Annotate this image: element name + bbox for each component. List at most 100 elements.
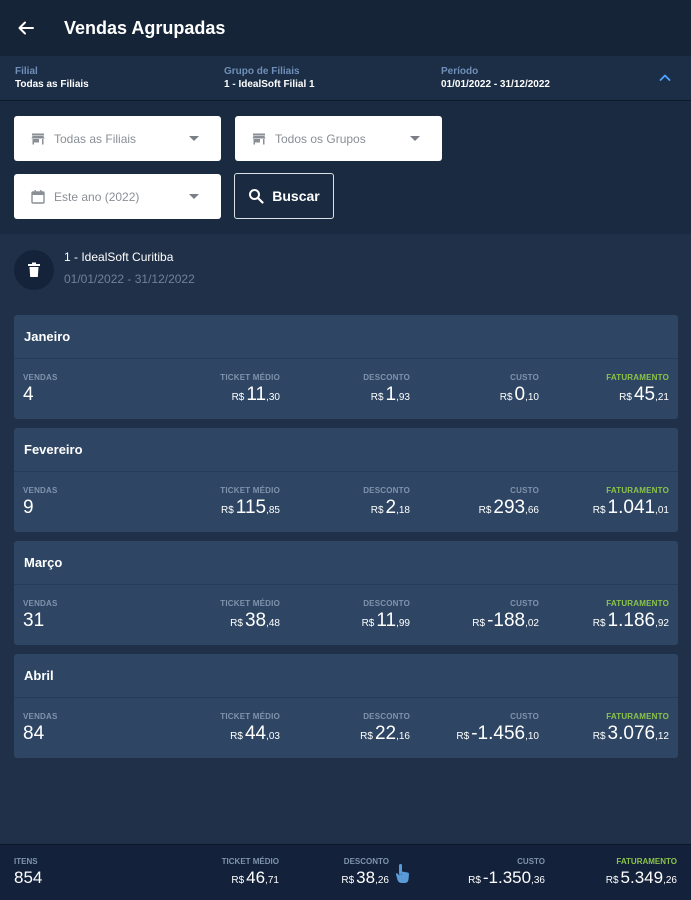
- summary-grupo: Grupo de Filiais 1 - IdealSoft Filial 1: [224, 66, 315, 90]
- metric-label: FATURAMENTO: [606, 599, 669, 608]
- ticket-int: 38: [244, 610, 267, 631]
- metric-faturamento: FATURAMENTO R$ 3.076,12: [593, 712, 669, 745]
- ticket-cents: ,03: [266, 731, 280, 742]
- month-title: Fevereiro: [14, 428, 678, 472]
- caret-down-icon: [189, 194, 199, 199]
- custo-int: 0: [514, 384, 526, 405]
- currency: R$: [592, 618, 606, 629]
- desconto-cents: ,18: [396, 505, 410, 516]
- filter-summary[interactable]: Filial Todas as Filiais Grupo de Filiais…: [0, 56, 691, 101]
- chevron-up-icon[interactable]: [657, 70, 673, 86]
- metric-vendas: VENDAS 9: [23, 486, 58, 519]
- vendas-value: 31: [23, 610, 45, 631]
- metric-label: CUSTO: [510, 486, 539, 495]
- custo-int: -188: [487, 610, 526, 631]
- month-title: Janeiro: [14, 315, 678, 359]
- arrow-left-icon: [18, 21, 34, 35]
- faturamento-cents: ,12: [655, 731, 669, 742]
- total-ticket-cents: ,71: [265, 875, 279, 886]
- total-label: TICKET MÉDIO: [221, 857, 279, 866]
- filters-panel: Todas as Filiais Todos os Grupos Este an…: [0, 101, 691, 234]
- total-ticket-int: 46: [246, 868, 266, 887]
- currency: R$: [221, 505, 234, 516]
- total-desconto: DESCONTO R$ 38,26: [341, 857, 389, 888]
- desconto-int: 2: [385, 497, 397, 518]
- currency: R$: [592, 505, 606, 516]
- desconto-int: 22: [374, 723, 397, 744]
- total-desconto-cents: ,26: [375, 875, 389, 886]
- metric-custo: CUSTO R$ 293,66: [479, 486, 539, 519]
- total-faturamento: FATURAMENTO R$ 5.349,26: [606, 857, 677, 888]
- vendas-value: 4: [23, 384, 34, 405]
- currency: R$: [341, 875, 355, 886]
- ticket-cents: ,48: [266, 618, 280, 629]
- metric-label: TICKET MÉDIO: [220, 712, 280, 721]
- custo-cents: ,66: [525, 505, 539, 516]
- total-custo-int: -1.350: [482, 868, 532, 887]
- faturamento-cents: ,01: [655, 505, 669, 516]
- desconto-int: 1: [385, 384, 397, 405]
- vendas-value: 9: [23, 497, 34, 518]
- metric-label: VENDAS: [23, 373, 58, 382]
- metric-label: TICKET MÉDIO: [220, 373, 280, 382]
- month-card[interactable]: Março VENDAS 31 TICKET MÉDIO R$ 38,48 DES…: [14, 541, 678, 645]
- month-card[interactable]: Fevereiro VENDAS 9 TICKET MÉDIO R$ 115,85…: [14, 428, 678, 532]
- back-button[interactable]: [0, 0, 52, 56]
- metric-custo: CUSTO R$ -1.456,10: [456, 712, 539, 745]
- faturamento-cents: ,92: [655, 618, 669, 629]
- metric-label: FATURAMENTO: [606, 373, 669, 382]
- faturamento-cents: ,21: [655, 392, 669, 403]
- metric-ticket: TICKET MÉDIO R$ 11,30: [220, 373, 280, 406]
- custo-int: 293: [493, 497, 526, 518]
- faturamento-int: 45: [633, 384, 656, 405]
- metric-ticket: TICKET MÉDIO R$ 38,48: [220, 599, 280, 632]
- desconto-cents: ,16: [396, 731, 410, 742]
- summary-periodo-value: 01/01/2022 - 31/12/2022: [441, 79, 550, 90]
- metric-label: VENDAS: [23, 599, 58, 608]
- faturamento-int: 1.186: [607, 610, 656, 631]
- currency: R$: [231, 392, 245, 403]
- calendar-icon: [31, 189, 45, 204]
- results-list: 1 - IdealSoft Curitiba 01/01/2022 - 31/1…: [0, 234, 691, 844]
- desconto-int: 11: [376, 610, 397, 631]
- total-faturamento-cents: ,26: [663, 875, 677, 886]
- total-label: FATURAMENTO: [616, 857, 677, 866]
- delete-branch-button[interactable]: [14, 250, 54, 290]
- currency: R$: [456, 731, 470, 742]
- currency: R$: [370, 392, 384, 403]
- currency: R$: [468, 875, 481, 886]
- total-label: CUSTO: [517, 857, 545, 866]
- metric-label: DESCONTO: [363, 712, 410, 721]
- grupos-select[interactable]: Todos os Grupos: [235, 116, 442, 161]
- search-icon: [249, 189, 264, 204]
- summary-filial-label: Filial: [15, 66, 38, 77]
- store-icon: [31, 133, 45, 144]
- metric-custo: CUSTO R$ 0,10: [500, 373, 539, 406]
- month-card[interactable]: Abril VENDAS 84 TICKET MÉDIO R$ 44,03 DES…: [14, 654, 678, 758]
- filiais-select-value: Todas as Filiais: [54, 131, 137, 146]
- branch-header: 1 - IdealSoft Curitiba 01/01/2022 - 31/1…: [14, 250, 195, 290]
- metric-vendas: VENDAS 4: [23, 373, 58, 406]
- summary-grupo-label: Grupo de Filiais: [224, 66, 300, 77]
- branch-info: 1 - IdealSoft Curitiba 01/01/2022 - 31/1…: [64, 250, 195, 290]
- branch-name: 1 - IdealSoft Curitiba: [64, 250, 174, 264]
- trash-icon: [28, 262, 40, 277]
- metric-desconto: DESCONTO R$ 2,18: [363, 486, 410, 519]
- currency: R$: [360, 731, 373, 742]
- search-button[interactable]: Buscar: [234, 173, 334, 219]
- metric-label: FATURAMENTO: [606, 712, 669, 721]
- currency: R$: [605, 875, 619, 886]
- ticket-int: 115: [235, 497, 267, 518]
- ticket-cents: ,85: [266, 505, 280, 516]
- currency: R$: [230, 731, 243, 742]
- month-card[interactable]: Janeiro VENDAS 4 TICKET MÉDIO R$ 11,30 DE…: [14, 315, 678, 419]
- total-label: DESCONTO: [343, 857, 389, 866]
- custo-cents: ,10: [525, 392, 539, 403]
- metric-label: DESCONTO: [363, 599, 410, 608]
- touch-hand-icon: [396, 864, 409, 883]
- metric-label: DESCONTO: [363, 373, 410, 382]
- periodo-select[interactable]: Este ano (2022): [14, 174, 221, 219]
- metric-ticket: TICKET MÉDIO R$ 115,85: [220, 486, 280, 519]
- filiais-select[interactable]: Todas as Filiais: [14, 116, 221, 161]
- desconto-cents: ,93: [396, 392, 410, 403]
